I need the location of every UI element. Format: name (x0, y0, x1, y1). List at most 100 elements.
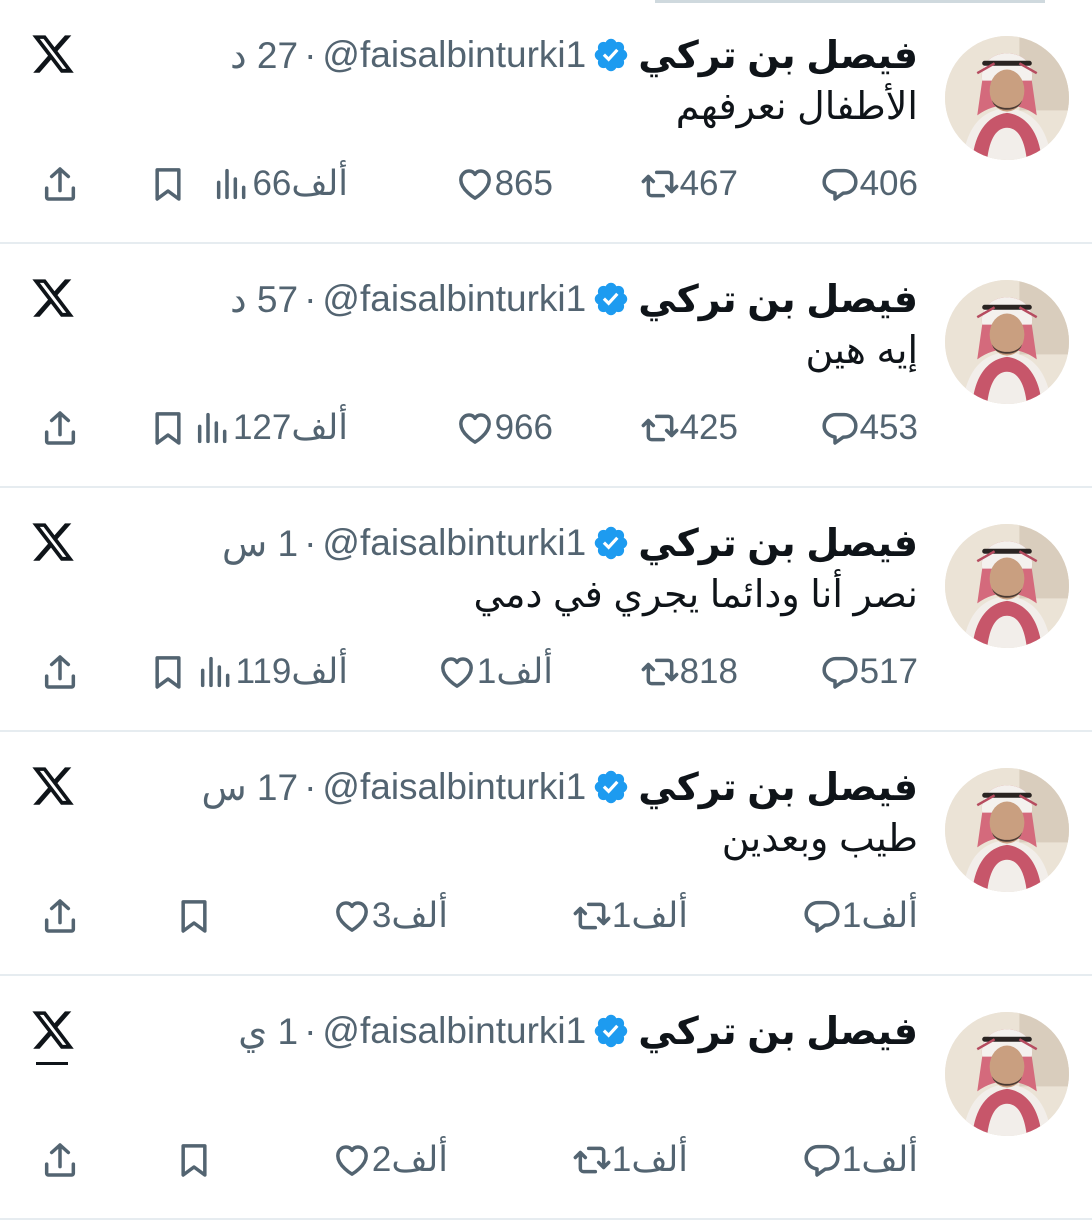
views-icon (212, 164, 252, 204)
like-count: 2ألف (371, 1140, 448, 1179)
like-button[interactable]: 3ألف (326, 890, 448, 942)
like-count: 1ألف (476, 652, 553, 691)
timestamp[interactable]: 57 د (230, 278, 298, 321)
repost-count: 1ألف (611, 1140, 688, 1179)
x-logo-icon (30, 1006, 76, 1054)
avatar-image (945, 768, 1069, 892)
share-button[interactable] (40, 158, 80, 210)
share-icon (40, 1140, 80, 1180)
reply-count: 517 (859, 652, 918, 691)
heart-icon (455, 164, 495, 204)
tweet-header: فيصل بن تركي @faisalbinturki1 · 27 د (230, 30, 918, 80)
bookmark-icon (148, 408, 188, 448)
repost-count: 1ألف (611, 896, 688, 935)
avatar[interactable] (945, 768, 1069, 892)
author-name[interactable]: فيصل بن تركي (638, 277, 918, 322)
timestamp[interactable]: 1 س (222, 522, 298, 565)
x-logo-icon (30, 762, 76, 810)
repost-icon (572, 896, 612, 936)
avatar[interactable] (945, 524, 1069, 648)
timestamp[interactable]: 1 ي (238, 1010, 298, 1053)
reply-icon (820, 164, 860, 204)
reply-count: 1ألف (841, 1140, 918, 1179)
verified-badge-icon (592, 768, 630, 806)
tweet-text: الأطفال نعرفهم (675, 86, 918, 128)
share-icon (40, 408, 80, 448)
separator-dot: · (304, 278, 317, 319)
bookmark-button[interactable] (148, 402, 188, 454)
like-count: 865 (494, 164, 553, 203)
reply-button[interactable]: 517 (814, 646, 918, 698)
reply-button[interactable]: 453 (814, 402, 918, 454)
heart-icon (332, 896, 372, 936)
like-button[interactable]: 865 (449, 158, 553, 210)
like-button[interactable]: 2ألف (326, 1134, 448, 1186)
views-button[interactable]: 66ألف (204, 158, 348, 210)
bookmark-button[interactable] (174, 890, 214, 942)
share-button[interactable] (40, 402, 80, 454)
reply-count: 406 (859, 164, 918, 203)
separator-dot: · (304, 1010, 317, 1051)
bookmark-button[interactable] (148, 158, 188, 210)
author-name[interactable]: فيصل بن تركي (638, 521, 918, 566)
author-handle[interactable]: @faisalbinturki1 (322, 766, 586, 808)
share-button[interactable] (40, 646, 80, 698)
repost-button[interactable]: 425 (634, 402, 738, 454)
repost-count: 467 (679, 164, 738, 203)
x-logo-icon (30, 518, 76, 566)
tweet-card[interactable]: فيصل بن تركي @faisalbinturki1 · 1 ي 1ألف (0, 976, 1092, 1220)
like-button[interactable]: 966 (449, 402, 553, 454)
author-handle[interactable]: @faisalbinturki1 (322, 278, 586, 320)
views-count: 119ألف (235, 652, 348, 691)
verified-badge-icon (592, 524, 630, 562)
heart-icon (455, 408, 495, 448)
author-handle[interactable]: @faisalbinturki1 (322, 522, 586, 564)
repost-icon (640, 652, 680, 692)
avatar[interactable] (945, 1012, 1069, 1136)
bookmark-button[interactable] (148, 646, 188, 698)
views-button[interactable]: 127ألف (185, 402, 348, 454)
repost-button[interactable]: 818 (634, 646, 738, 698)
like-button[interactable]: 1ألف (431, 646, 553, 698)
bookmark-icon (148, 164, 188, 204)
views-count: 127ألف (232, 408, 348, 447)
tweet-card[interactable]: فيصل بن تركي @faisalbinturki1 · 1 س نصر … (0, 488, 1092, 732)
repost-button[interactable]: 467 (634, 158, 738, 210)
repost-button[interactable]: 1ألف (566, 890, 688, 942)
tweet-header: فيصل بن تركي @faisalbinturki1 · 1 ي (238, 1006, 918, 1056)
avatar[interactable] (945, 280, 1069, 404)
tweet-card[interactable]: فيصل بن تركي @faisalbinturki1 · 17 س طيب… (0, 732, 1092, 976)
author-name[interactable]: فيصل بن تركي (638, 765, 918, 810)
reply-button[interactable]: 406 (814, 158, 918, 210)
reply-button[interactable]: 1ألف (796, 1134, 918, 1186)
avatar-image (945, 1012, 1069, 1136)
repost-icon (640, 164, 680, 204)
views-button[interactable]: 119ألف (188, 646, 348, 698)
reply-button[interactable]: 1ألف (796, 890, 918, 942)
tweet-card[interactable]: فيصل بن تركي @faisalbinturki1 · 27 د الأ… (0, 0, 1092, 244)
timestamp[interactable]: 27 د (230, 34, 298, 77)
share-icon (40, 652, 80, 692)
share-button[interactable] (40, 1134, 80, 1186)
tweet-text: إيه هين (805, 330, 919, 372)
share-icon (40, 896, 80, 936)
timestamp[interactable]: 17 س (201, 766, 298, 809)
repost-button[interactable]: 1ألف (566, 1134, 688, 1186)
share-button[interactable] (40, 890, 80, 942)
author-handle[interactable]: @faisalbinturki1 (322, 1010, 586, 1052)
tweet-card[interactable]: فيصل بن تركي @faisalbinturki1 · 57 د إيه… (0, 244, 1092, 488)
tweet-text-dash: — (36, 1062, 68, 1065)
heart-icon (437, 652, 477, 692)
bookmark-button[interactable] (174, 1134, 214, 1186)
verified-badge-icon (592, 36, 630, 74)
reply-count: 453 (859, 408, 918, 447)
tweet-header: فيصل بن تركي @faisalbinturki1 · 1 س (222, 518, 918, 568)
avatar[interactable] (945, 36, 1069, 160)
views-icon (196, 652, 236, 692)
author-name[interactable]: فيصل بن تركي (638, 33, 918, 78)
bookmark-icon (174, 1140, 214, 1180)
repost-count: 425 (679, 408, 738, 447)
views-icon (193, 408, 233, 448)
author-name[interactable]: فيصل بن تركي (638, 1009, 918, 1054)
author-handle[interactable]: @faisalbinturki1 (322, 34, 586, 76)
